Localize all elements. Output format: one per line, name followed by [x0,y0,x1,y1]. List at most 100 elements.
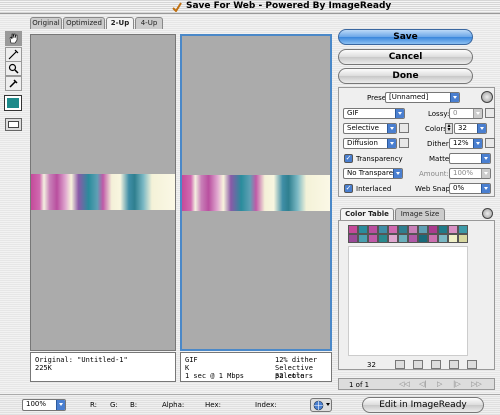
matte-select[interactable] [449,153,491,164]
tab-4-up[interactable]: 4-Up [135,17,163,29]
transparency-label: Transparency [356,155,403,163]
download-time: 1 sec @ 1 Mbps [185,372,245,380]
color-table-swatch[interactable] [448,234,458,243]
color-table-swatch[interactable] [458,225,468,234]
toggle-slices-icon[interactable] [5,118,22,131]
hex-readout: Hex: [205,401,221,409]
last-frame-icon[interactable]: ▷▷ [471,380,482,388]
colors-select[interactable]: 32 [454,123,487,134]
colors-info: 32 colors [275,372,313,380]
web-snap-field[interactable]: 0% [449,183,491,194]
cancel-button[interactable]: Cancel [338,49,473,65]
chevron-right-icon [481,169,490,178]
color-table-swatch[interactable] [418,225,428,234]
color-table-swatch[interactable] [408,225,418,234]
chevron-down-icon [450,93,459,102]
color-table-swatch[interactable] [358,225,368,234]
tab-original[interactable]: Original [30,17,62,29]
settings-menu-icon[interactable] [481,91,493,103]
edit-in-imageready-button[interactable]: Edit in ImageReady [362,397,484,413]
reduction-mask-icon[interactable] [399,123,409,133]
zoom-select[interactable]: 100% [22,399,66,411]
tab-image-size[interactable]: Image Size [395,208,445,220]
original-image-strip [31,174,175,210]
animation-nav: 1 of 1 ◁◁ ◁| ▷ |▷ ▷▷ [338,378,495,390]
color-table-swatch[interactable] [388,225,398,234]
eyedropper-color-swatch[interactable] [4,95,22,111]
colors-value: 32 [458,124,467,132]
status-bar: 100% R: G: B: Alpha: Hex: Index: Edit in… [0,394,500,415]
prev-frame-icon[interactable]: ◁| [419,380,427,388]
color-table-panel: 32 [338,220,495,370]
first-frame-icon[interactable]: ◁◁ [399,380,410,388]
interlaced-checkbox[interactable]: ✓ [344,184,353,193]
color-table-swatch[interactable] [368,225,378,234]
dither-algo-value: Diffusion [347,139,378,147]
chevron-right-icon [473,109,482,118]
color-table-empty-area [348,246,468,356]
color-table-swatch[interactable] [398,225,408,234]
tab-color-table[interactable]: Color Table [340,208,394,220]
chevron-down-icon [56,400,65,410]
lossy-field[interactable]: 0 [449,108,483,119]
save-button[interactable]: Save [338,29,473,45]
hand-tool-icon[interactable] [5,31,22,46]
alpha-readout: Alpha: [162,401,185,409]
lock-icon[interactable] [431,360,441,369]
color-table-swatch[interactable] [448,225,458,234]
web-shift-icon[interactable] [413,360,423,369]
color-table-swatch[interactable] [348,225,358,234]
chevron-down-icon [481,154,490,163]
color-table-swatch[interactable] [428,234,438,243]
transparency-dither-select[interactable]: No Transpare... [343,168,403,179]
lossy-mask-icon[interactable] [485,108,495,118]
color-table-swatch[interactable] [388,234,398,243]
done-button[interactable]: Done [338,68,473,84]
chevron-down-icon [395,109,404,118]
eyedropper-icon[interactable] [5,76,22,91]
amount-value: 100% [453,169,474,177]
trash-icon[interactable] [467,360,477,369]
map-color-icon[interactable] [395,360,405,369]
tab-2-up[interactable]: 2-Up [106,17,134,29]
color-table-swatch[interactable] [398,234,408,243]
play-icon[interactable]: ▷ [437,380,442,388]
format-select[interactable]: GIF [343,108,405,119]
color-table-swatch[interactable] [438,225,448,234]
format-value: GIF [347,109,359,117]
color-table-swatch[interactable] [378,234,388,243]
color-table-swatch[interactable] [428,225,438,234]
color-table-swatch[interactable] [438,234,448,243]
optimized-preview-pane[interactable] [180,34,332,351]
color-table-swatch[interactable] [348,234,358,243]
color-table-swatch[interactable] [358,234,368,243]
next-frame-icon[interactable]: |▷ [453,380,461,388]
colors-stepper[interactable]: ▴ ▾ [445,123,453,134]
dither-algorithm-select[interactable]: Diffusion [343,138,397,149]
amount-label: Amount: [419,170,449,178]
color-reduction-select[interactable]: Selective [343,123,397,134]
preset-select[interactable]: [Unnamed] [385,92,460,103]
lossy-value: 0 [453,109,458,117]
color-table-swatch[interactable] [368,234,378,243]
transparency-checkbox[interactable]: ✓ [344,154,353,163]
new-color-icon[interactable] [449,360,459,369]
original-size: 225K [35,364,52,372]
optimized-info: GIF K 1 sec @ 1 Mbps 12% dither Selectiv… [180,352,332,382]
dither-mask-icon-2[interactable] [485,138,495,148]
amount-field[interactable]: 100% [449,168,491,179]
color-table-menu-icon[interactable] [482,208,493,219]
browser-preview-button[interactable] [310,398,332,412]
index-readout: Index: [255,401,277,409]
color-table-swatch[interactable] [458,234,468,243]
dither-field[interactable]: 12% [449,138,483,149]
color-table-swatch[interactable] [408,234,418,243]
tab-optimized[interactable]: Optimized [63,17,105,29]
color-table-swatch[interactable] [378,225,388,234]
dither-mask-icon[interactable] [399,138,409,148]
slice-select-icon[interactable] [5,47,22,62]
original-preview-pane[interactable] [30,34,176,351]
zoom-icon[interactable] [5,61,22,76]
dither-info: 12% dither [275,356,318,364]
color-table-swatch[interactable] [418,234,428,243]
